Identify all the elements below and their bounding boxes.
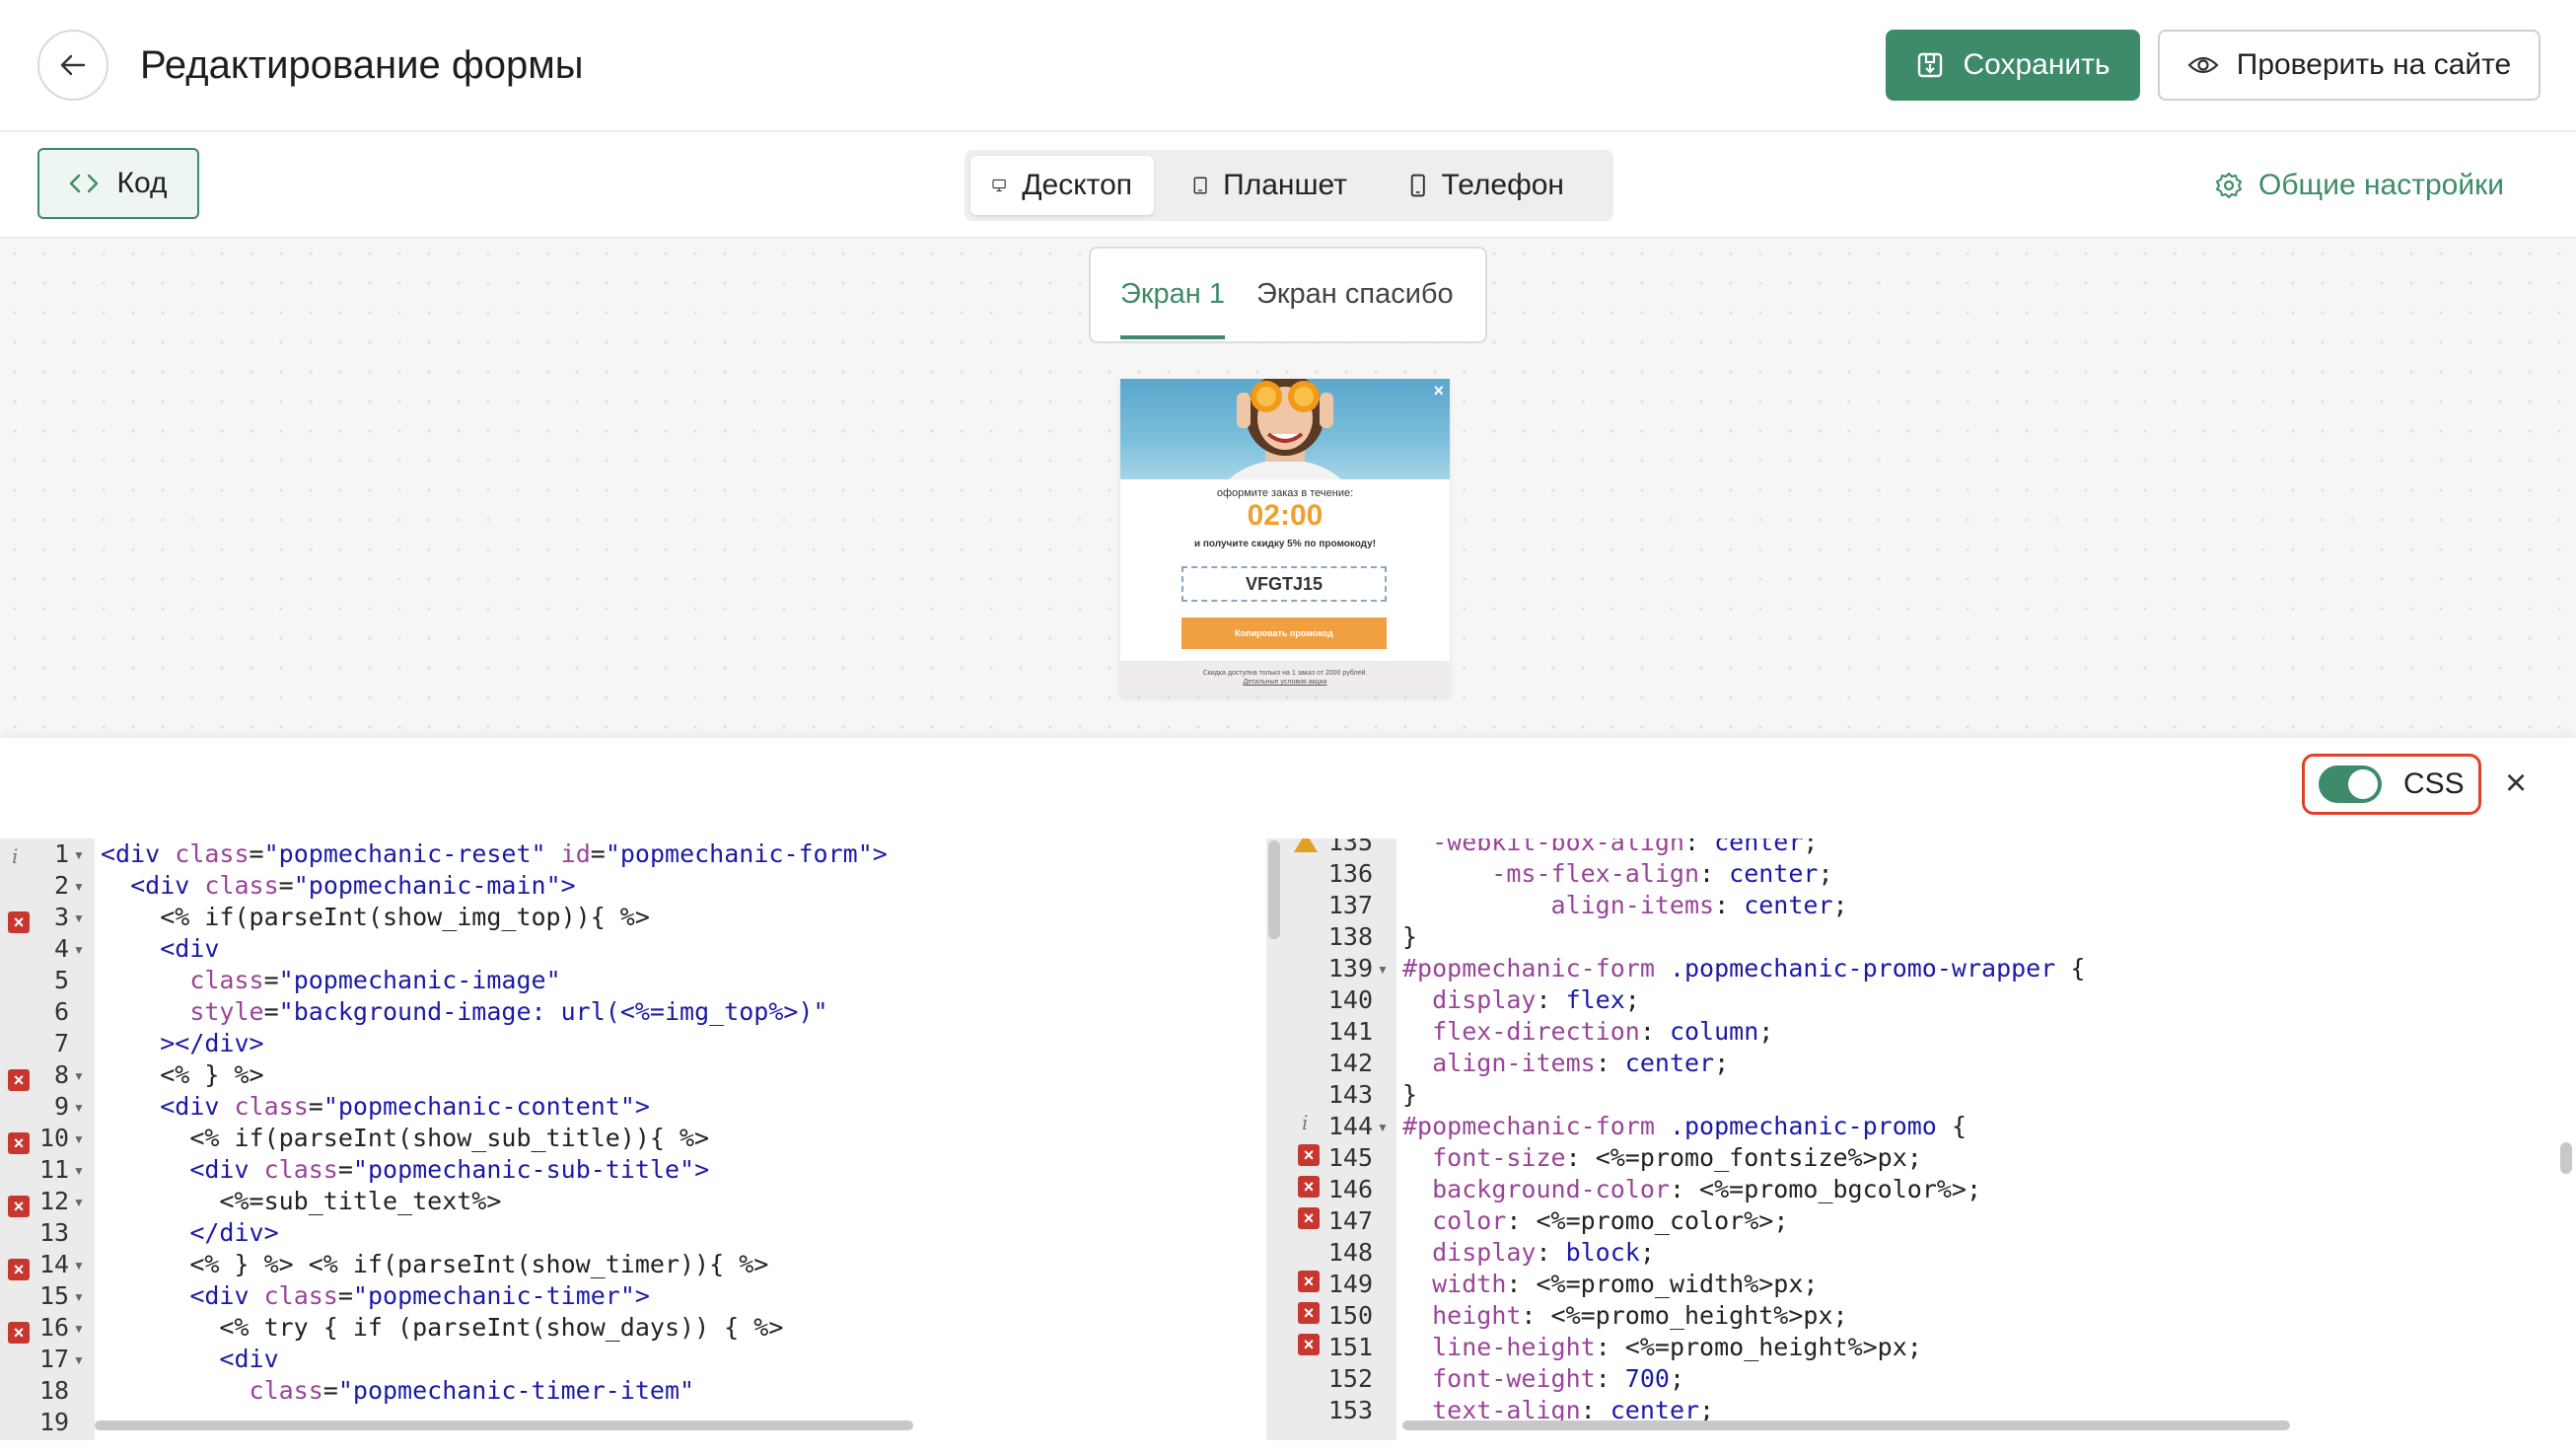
fold-icon[interactable]: ▼ bbox=[73, 911, 85, 925]
fold-icon[interactable]: ▼ bbox=[73, 1322, 85, 1336]
gear-icon bbox=[2216, 173, 2242, 198]
fold-icon[interactable]: ▼ bbox=[1377, 1121, 1389, 1134]
horizontal-scrollbar[interactable] bbox=[95, 1420, 913, 1430]
toolbar: Код Десктоп Планшет Телефон Общие настро… bbox=[0, 132, 2576, 335]
general-settings-button[interactable]: Общие настройки bbox=[2215, 158, 2504, 213]
code-panel: CSS × i × × × × × × 1 2 3 4 5 6 7 8 9 10… bbox=[0, 738, 2576, 1456]
active-tab-indicator bbox=[1120, 335, 1225, 339]
preview-promo-code: VFGTJ15 bbox=[1181, 566, 1387, 602]
error-marker-icon: × bbox=[8, 1196, 30, 1217]
fold-icon[interactable]: ▼ bbox=[73, 848, 85, 862]
arrow-left-icon bbox=[60, 54, 86, 76]
page-title: Редактирование формы bbox=[140, 43, 584, 87]
css-toggle-label: CSS bbox=[2403, 767, 2465, 800]
header: Редактирование формы Сохранить Проверить… bbox=[0, 0, 2576, 132]
device-switcher: Десктоп Планшет Телефон bbox=[965, 150, 1613, 221]
form-preview[interactable]: × оформите заказ в течение: 02:00 и полу… bbox=[1120, 379, 1450, 696]
back-button[interactable] bbox=[37, 30, 108, 101]
line-numbers: 1 2 3 4 5 6 7 8 9 10 11 12 13 14 15 16 1… bbox=[39, 839, 70, 1436]
check-on-site-button[interactable]: Проверить на сайте bbox=[2158, 30, 2540, 101]
code-icon bbox=[70, 174, 99, 193]
fold-icon[interactable]: ▼ bbox=[73, 1290, 85, 1304]
css-code[interactable]: -webkit-box-align: center; -ms-flex-alig… bbox=[1402, 838, 2085, 1426]
save-icon bbox=[1918, 52, 1943, 78]
close-icon[interactable]: × bbox=[1433, 381, 1444, 401]
preview-timer: 02:00 bbox=[1247, 499, 1324, 532]
vertical-scrollbar[interactable] bbox=[1268, 840, 1280, 939]
device-tablet-tab[interactable]: Планшет bbox=[1172, 156, 1369, 215]
preview-top-image: × bbox=[1120, 379, 1450, 554]
preview-discount-text: и получите скидку 5% по промокоду! bbox=[1193, 539, 1377, 549]
device-phone-tab[interactable]: Телефон bbox=[1389, 156, 1586, 215]
error-marker-icon: × bbox=[8, 1069, 30, 1091]
preview-canvas: Экран 1 Экран спасибо × оформите заказ в… bbox=[0, 239, 2576, 738]
eye-icon bbox=[2187, 56, 2219, 74]
fold-icon[interactable]: ▼ bbox=[73, 880, 85, 894]
html-code[interactable]: <div class="popmechanic-reset" id="popme… bbox=[101, 838, 888, 1407]
preview-subtitle: оформите заказ в течение: bbox=[1216, 487, 1354, 499]
general-settings-label: Общие настройки bbox=[2258, 169, 2504, 201]
phone-icon bbox=[1410, 174, 1425, 197]
css-toggle[interactable]: CSS bbox=[2302, 754, 2481, 815]
screen-tabs: Экран 1 Экран спасибо bbox=[1089, 247, 1487, 343]
fold-icon[interactable]: ▼ bbox=[73, 1069, 85, 1083]
fold-icon[interactable]: ▼ bbox=[1377, 963, 1389, 977]
fold-icon[interactable]: ▼ bbox=[73, 1353, 85, 1367]
fold-icon[interactable]: ▼ bbox=[73, 1164, 85, 1178]
save-button[interactable]: Сохранить bbox=[1886, 30, 2140, 101]
line-numbers: 135 136 137 138 139 140 141 142 143 144 … bbox=[1327, 838, 1373, 1424]
monitor-icon bbox=[992, 179, 1006, 192]
code-label: Код bbox=[116, 167, 168, 199]
woman-with-oranges-image bbox=[1216, 379, 1354, 554]
fold-icon[interactable]: ▼ bbox=[73, 943, 85, 957]
check-on-site-label: Проверить на сайте bbox=[2236, 48, 2512, 81]
device-phone-label: Телефон bbox=[1441, 169, 1564, 201]
preview-footer: Скидка доступна только на 1 заказ от 200… bbox=[1120, 661, 1450, 696]
tab-screen-thanks[interactable]: Экран спасибо bbox=[1256, 278, 1454, 311]
save-label: Сохранить bbox=[1963, 48, 2111, 81]
preview-footer-link[interactable]: Детальные условия акции bbox=[1120, 678, 1450, 687]
device-desktop-tab[interactable]: Десктоп bbox=[970, 156, 1154, 215]
code-button[interactable]: Код bbox=[37, 148, 199, 219]
horizontal-scrollbar[interactable] bbox=[1402, 1420, 2290, 1430]
vertical-scrollbar-thumb[interactable] bbox=[2560, 1142, 2572, 1174]
fold-icon[interactable]: ▼ bbox=[73, 1101, 85, 1115]
html-code-editor[interactable]: i × × × × × × 1 2 3 4 5 6 7 8 9 10 11 12… bbox=[0, 838, 1245, 1440]
error-marker-icon: × bbox=[8, 1259, 30, 1280]
device-tablet-label: Планшет bbox=[1223, 169, 1347, 201]
preview-footer-text: Скидка доступна только на 1 заказ от 200… bbox=[1202, 670, 1368, 677]
error-marker-icon: × bbox=[8, 1322, 30, 1344]
tablet-icon bbox=[1193, 177, 1207, 194]
error-marker-icon: × bbox=[8, 1132, 30, 1154]
fold-icon[interactable]: ▼ bbox=[73, 1196, 85, 1209]
error-marker-icon: × bbox=[8, 911, 30, 933]
info-marker-icon: i bbox=[12, 844, 19, 868]
fold-icon[interactable]: ▼ bbox=[73, 1132, 85, 1146]
preview-copy-button[interactable]: Копировать промокод bbox=[1181, 618, 1387, 649]
close-panel-icon[interactable]: × bbox=[2505, 764, 2527, 803]
css-toggle-switch[interactable] bbox=[2319, 765, 2382, 803]
fold-icon[interactable]: ▼ bbox=[73, 1259, 85, 1273]
css-code-editor[interactable]: i × × × × × × 135 136 137 138 139 140 14… bbox=[1266, 838, 2576, 1440]
device-desktop-label: Десктоп bbox=[1022, 169, 1132, 201]
tab-screen-1[interactable]: Экран 1 bbox=[1120, 278, 1225, 311]
